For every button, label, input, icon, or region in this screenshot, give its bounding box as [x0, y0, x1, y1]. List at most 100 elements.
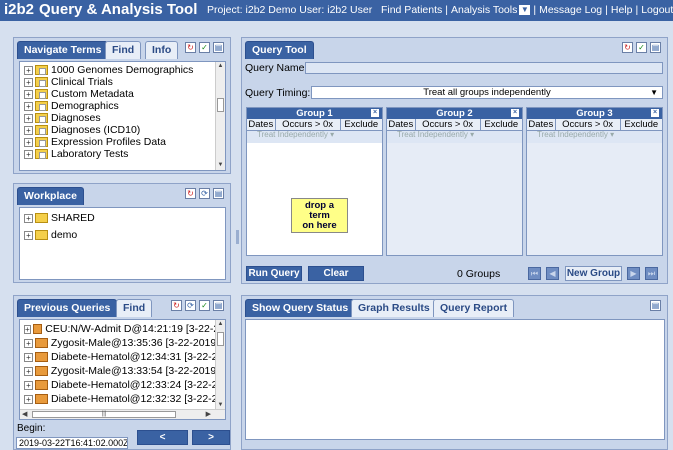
exclude-button[interactable]: Exclude: [481, 119, 522, 130]
hscroll-thumb[interactable]: |||: [32, 411, 176, 418]
menu-help[interactable]: Help: [611, 4, 633, 16]
print-icon[interactable]: ▤: [213, 300, 224, 311]
tree-item[interactable]: +1000 Genomes Demographics: [24, 64, 225, 76]
print-icon[interactable]: ▤: [213, 42, 224, 53]
scroll-down-icon[interactable]: ▼: [216, 161, 225, 170]
expand-icon[interactable]: +: [24, 324, 31, 334]
list-item[interactable]: + Diabete-Hematol@12:33:24 [3-22-20: [24, 378, 225, 392]
checkmark-icon[interactable]: ✓: [199, 42, 210, 53]
scroll-up-icon[interactable]: ▲: [216, 62, 225, 71]
expand-icon[interactable]: +: [24, 65, 33, 75]
tab-find-queries[interactable]: Find: [116, 299, 153, 317]
tab-query-tool[interactable]: Query Tool: [245, 41, 314, 59]
occurs-button[interactable]: Occurs > 0x: [556, 119, 621, 130]
expand-icon[interactable]: +: [24, 338, 33, 348]
tab-show-query-status[interactable]: Show Query Status: [245, 299, 356, 317]
dates-button[interactable]: Dates: [387, 119, 416, 130]
tab-graph-results[interactable]: Graph Results: [351, 299, 437, 317]
expand-icon[interactable]: +: [24, 137, 33, 147]
tab-query-report[interactable]: Query Report: [433, 299, 515, 317]
prev-group-icon[interactable]: ◀: [546, 267, 559, 280]
menu-analysis-tools[interactable]: Analysis Tools: [451, 4, 517, 16]
close-icon[interactable]: ×: [371, 109, 379, 117]
refresh-icon[interactable]: ↻: [185, 188, 196, 199]
tree-item[interactable]: + Diagnoses: [24, 112, 225, 124]
next-page-button[interactable]: >: [192, 430, 230, 445]
tab-previous-queries[interactable]: Previous Queries: [17, 299, 118, 317]
menu-message-log[interactable]: Message Log: [539, 4, 602, 16]
expand-icon[interactable]: +: [24, 352, 33, 362]
group-drop-area[interactable]: [527, 143, 662, 255]
refresh-icon[interactable]: ↻: [622, 42, 633, 53]
group-drop-area[interactable]: [387, 143, 522, 255]
queries-vscrollbar[interactable]: ▲ ▼: [215, 320, 225, 410]
print-icon[interactable]: ▤: [213, 188, 224, 199]
expand-icon[interactable]: +: [24, 149, 33, 159]
occurs-button[interactable]: Occurs > 0x: [276, 119, 341, 130]
run-query-button[interactable]: Run Query: [246, 266, 302, 281]
sync-icon[interactable]: ⟳: [199, 188, 210, 199]
expand-icon[interactable]: +: [24, 101, 33, 111]
tree-item[interactable]: + Clinical Trials: [24, 76, 225, 88]
tab-navigate-terms[interactable]: Navigate Terms: [17, 41, 109, 59]
query-name-input[interactable]: [305, 62, 663, 74]
tree-item[interactable]: + Custom Metadata: [24, 88, 225, 100]
list-item[interactable]: + CEU:N/W-Admit D@14:21:19 [3-22-20: [24, 322, 225, 336]
scroll-right-icon[interactable]: ▶: [206, 410, 211, 419]
expand-icon[interactable]: +: [24, 380, 33, 390]
occurs-button[interactable]: Occurs > 0x: [416, 119, 481, 130]
dates-button[interactable]: Dates: [527, 119, 556, 130]
tab-info[interactable]: Info: [145, 41, 179, 59]
sync-icon[interactable]: ⟳: [185, 300, 196, 311]
print-icon[interactable]: ▤: [650, 42, 661, 53]
treat-independently-select[interactable]: Treat Independently ▾: [247, 131, 382, 140]
tree-item[interactable]: + demo: [24, 229, 225, 241]
queries-hscrollbar[interactable]: ◀ ||| ▶: [20, 409, 225, 419]
exclude-button[interactable]: Exclude: [341, 119, 382, 130]
prev-page-button[interactable]: <: [137, 430, 188, 445]
tree-item[interactable]: + SHARED: [24, 212, 225, 224]
list-item[interactable]: + Zygosit-Male@13:33:54 [3-22-2019] [: [24, 364, 225, 378]
treat-independently-select[interactable]: Treat Independently ▾: [387, 131, 522, 140]
first-group-icon[interactable]: ⏮: [528, 267, 541, 280]
tree-item[interactable]: + Demographics: [24, 100, 225, 112]
query-timing-select[interactable]: Treat all groups independently ▼: [311, 86, 663, 99]
expand-icon[interactable]: +: [24, 113, 33, 123]
menu-find-patients[interactable]: Find Patients: [381, 4, 442, 16]
expand-icon[interactable]: +: [24, 125, 33, 135]
last-group-icon[interactable]: ⏭: [645, 267, 658, 280]
list-item[interactable]: + Zygosit-Male@13:35:36 [3-22-2019] [: [24, 336, 225, 350]
scroll-thumb[interactable]: [217, 332, 224, 346]
tree-item[interactable]: + Diagnoses (ICD10): [24, 124, 225, 136]
expand-icon[interactable]: +: [24, 89, 33, 99]
tab-workplace[interactable]: Workplace: [17, 187, 84, 205]
group-drop-area[interactable]: drop a term on here: [247, 143, 382, 255]
exclude-button[interactable]: Exclude: [621, 119, 662, 130]
next-group-icon[interactable]: ▶: [627, 267, 640, 280]
checkmark-icon[interactable]: ✓: [636, 42, 647, 53]
expand-icon[interactable]: +: [24, 213, 33, 223]
scroll-up-icon[interactable]: ▲: [216, 320, 225, 329]
close-icon[interactable]: ×: [511, 109, 519, 117]
checkmark-icon[interactable]: ✓: [199, 300, 210, 311]
expand-icon[interactable]: +: [24, 366, 33, 376]
tree-item[interactable]: + Laboratory Tests: [24, 148, 225, 160]
list-item[interactable]: + Diabete-Hematol@12:34:31 [3-22-20: [24, 350, 225, 364]
expand-icon[interactable]: +: [24, 394, 33, 404]
refresh-icon[interactable]: ↻: [185, 42, 196, 53]
scroll-left-icon[interactable]: ◀: [22, 410, 27, 419]
expand-icon[interactable]: +: [24, 77, 33, 87]
list-item[interactable]: + Diabete-Hematol@12:32:32 [3-22-20: [24, 392, 225, 406]
close-icon[interactable]: ×: [651, 109, 659, 117]
menu-logout[interactable]: Logout: [641, 4, 673, 16]
new-group-button[interactable]: New Group: [565, 266, 622, 281]
begin-date-input[interactable]: 2019-03-22T16:41:02.000Z: [16, 437, 128, 449]
tab-find-terms[interactable]: Find: [105, 41, 142, 59]
terms-scrollbar[interactable]: ▲ ▼: [215, 62, 225, 170]
expand-icon[interactable]: +: [24, 230, 33, 240]
chevron-down-icon[interactable]: ▼: [519, 5, 531, 16]
clear-button[interactable]: Clear: [308, 266, 364, 281]
dates-button[interactable]: Dates: [247, 119, 276, 130]
tree-item[interactable]: + Expression Profiles Data: [24, 136, 225, 148]
refresh-icon[interactable]: ↻: [171, 300, 182, 311]
